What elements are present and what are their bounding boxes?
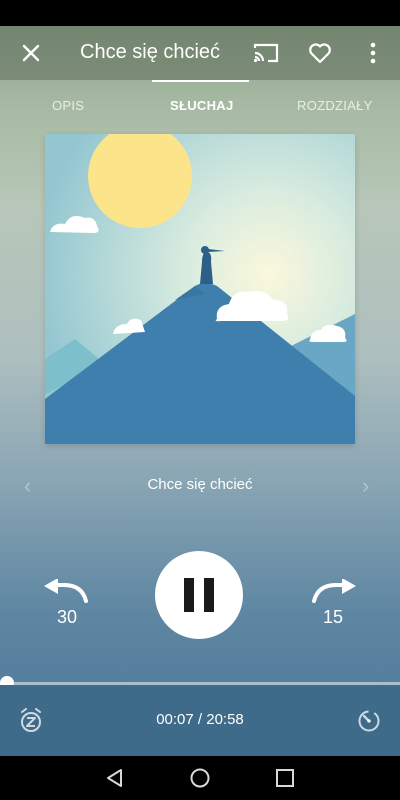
page-title: Chce się chcieć	[80, 41, 221, 63]
bottom-bar: 00:07 / 20:58	[0, 685, 400, 756]
forward-icon	[312, 578, 356, 603]
rewind-icon	[44, 578, 88, 603]
back-icon[interactable]	[103, 766, 127, 790]
speed-icon[interactable]	[356, 708, 382, 734]
cast-icon[interactable]	[251, 38, 281, 68]
pause-button[interactable]	[155, 551, 243, 639]
toolbar: Chce się chcieć	[0, 26, 400, 80]
next-chapter-icon[interactable]: ›	[362, 473, 369, 499]
heart-icon[interactable]	[305, 38, 335, 68]
tab-rozdzialy[interactable]: ROZDZIAŁY	[297, 98, 373, 113]
pause-icon	[184, 578, 214, 612]
tab-indicator	[152, 80, 249, 82]
track-row: ‹ Chce się chcieć ›	[0, 471, 400, 501]
recents-icon[interactable]	[273, 766, 297, 790]
track-title: Chce się chcieć	[147, 476, 253, 493]
tab-sluchaj[interactable]: SŁUCHAJ	[170, 98, 234, 113]
time-display: 00:07 / 20:58	[156, 711, 244, 728]
playback-controls: 30 15	[0, 551, 400, 641]
more-vert-icon[interactable]	[358, 38, 388, 68]
forward-seconds-label: 15	[322, 607, 344, 627]
player-screen: Chce się chcieć OPIS SŁUCHAJ ROZDZIAŁY ‹…	[0, 26, 400, 756]
close-icon[interactable]	[16, 38, 46, 68]
forward-button[interactable]: 15	[308, 578, 358, 627]
home-icon[interactable]	[188, 766, 212, 790]
status-bar	[0, 0, 400, 26]
tab-bar: OPIS SŁUCHAJ ROZDZIAŁY	[0, 80, 400, 132]
system-nav-bar	[0, 756, 400, 800]
tab-opis[interactable]: OPIS	[52, 98, 84, 113]
cover-art	[45, 124, 355, 444]
rewind-seconds-label: 30	[56, 607, 78, 627]
rewind-button[interactable]: 30	[42, 578, 92, 627]
